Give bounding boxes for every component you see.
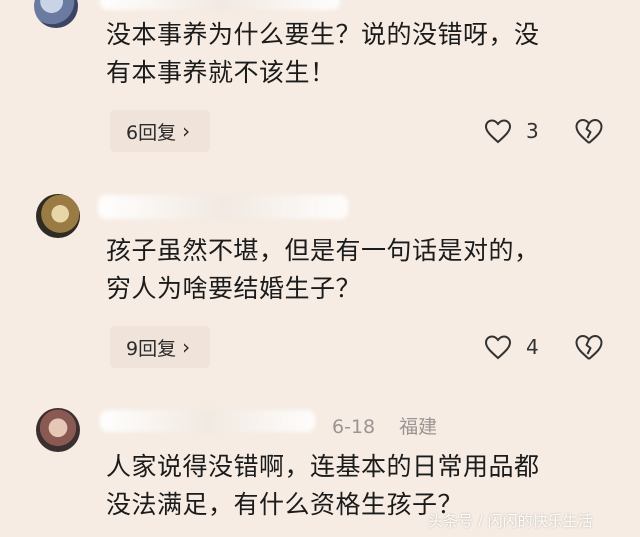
comment-text: 孩子虽然不堪，但是有一句话是对的， 穷人为啥要结婚生子？ [106,232,606,308]
blurred-username [100,0,340,10]
blurred-username [98,195,348,219]
view-replies-button[interactable]: 9回复 › [110,326,210,368]
like-count: 4 [526,335,539,359]
blurred-username [100,410,315,432]
view-replies-button[interactable]: 6回复 › [110,110,210,152]
avatar[interactable] [34,0,78,28]
reply-count-label: 6回复 [126,121,177,144]
like-button[interactable]: 3 [484,118,539,144]
reply-count-label: 9回复 [126,337,177,360]
like-count: 3 [526,119,539,143]
comment-text: 没本事养为什么要生？说的没错呀，没 有本事养就不该生！ [106,16,606,92]
comment-date: 6-18 [332,416,376,438]
comment-line: 没本事养为什么要生？说的没错呀，没 [106,20,540,49]
broken-heart-icon[interactable] [574,333,604,361]
comment-location: 福建 [399,416,438,438]
like-button[interactable]: 4 [484,334,539,360]
comment-line: 孩子虽然不堪，但是有一句话是对的， [106,236,540,265]
comment-line: 有本事养就不该生！ [106,58,336,87]
heart-outline-icon [484,335,512,360]
avatar[interactable] [36,194,80,238]
watermark: 头条号 / 闪闪的快乐生活 [428,512,593,530]
chevron-right-icon: › [182,119,191,143]
broken-heart-icon[interactable] [574,117,604,145]
comment-line: 穷人为啥要结婚生子？ [106,274,362,303]
comment-line: 人家说得没错啊，连基本的日常用品都 [106,452,540,481]
avatar[interactable] [36,408,80,452]
chevron-right-icon: › [182,335,191,359]
comment-meta: 6-18 福建 [332,412,455,439]
heart-outline-icon [484,119,512,144]
